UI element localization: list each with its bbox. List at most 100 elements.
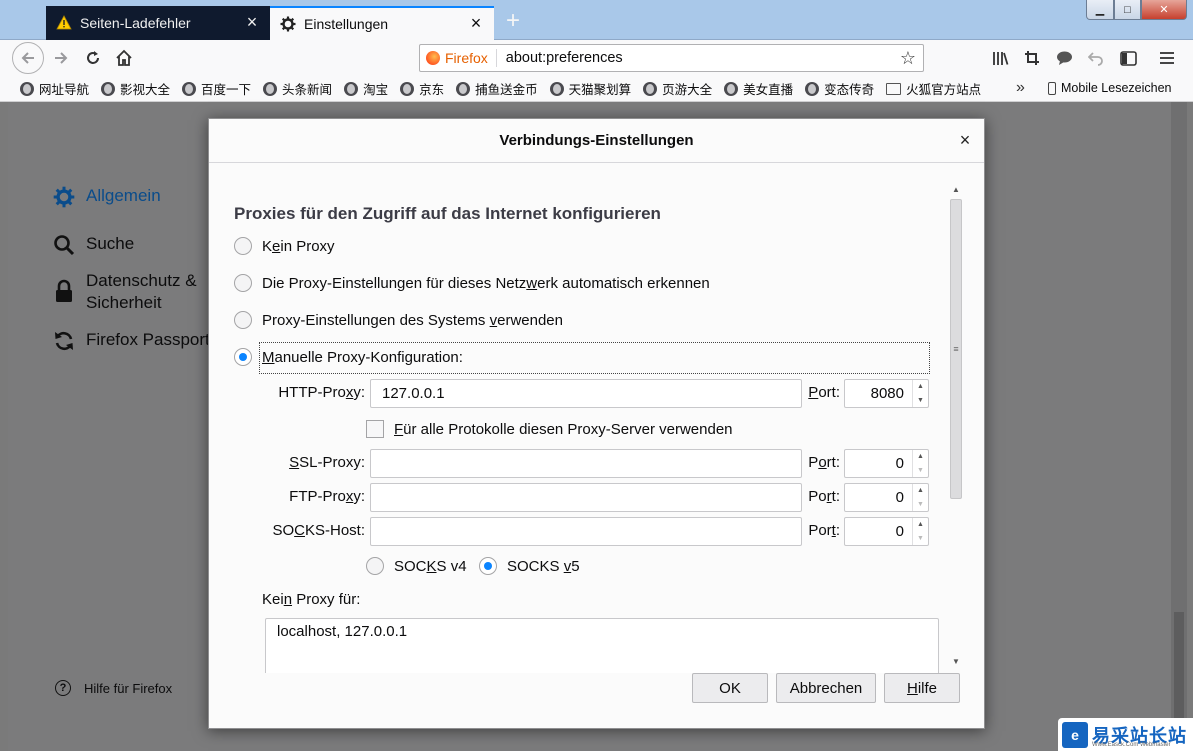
increment-icon[interactable]: ▲: [913, 450, 928, 464]
arrow-left-icon: [21, 52, 34, 64]
help-button[interactable]: Hilfe: [884, 673, 960, 703]
close-tab-icon[interactable]: ×: [244, 13, 260, 31]
bookmark-item[interactable]: 页游大全: [643, 79, 712, 98]
decrement-icon[interactable]: ▼: [913, 532, 928, 546]
ftp-port-stepper[interactable]: 0 ▲ ▼: [844, 483, 929, 512]
identity-label: Firefox: [445, 50, 488, 66]
window-close-button[interactable]: ✕: [1141, 0, 1187, 20]
decrement-icon[interactable]: ▼: [913, 464, 928, 478]
radio-button[interactable]: [366, 557, 384, 575]
url-input[interactable]: [496, 50, 893, 66]
sidebar-item-privacy[interactable]: Datenschutz & Sicherheit: [52, 270, 197, 314]
minimize-button[interactable]: ▁: [1086, 0, 1114, 20]
undo-icon[interactable]: [1084, 46, 1108, 70]
cancel-button[interactable]: Abbrechen: [776, 673, 876, 703]
dialog-scrollbar[interactable]: ▲ ≡ ▼: [948, 181, 964, 670]
use-for-all-checkbox-row[interactable]: Für alle Protokolle diesen Proxy-Server …: [366, 420, 733, 438]
sidebar-item-sync[interactable]: Firefox Passport: [52, 329, 210, 353]
radio-auto-detect[interactable]: Die Proxy-Einstellungen für dieses Netzw…: [234, 274, 710, 292]
bookmark-item[interactable]: 变态传奇: [805, 79, 874, 98]
socks-host-label: SOCKS-Host:: [272, 522, 365, 539]
home-icon: [116, 49, 132, 66]
bookmark-item[interactable]: 头条新闻: [263, 79, 332, 98]
bookmark-item[interactable]: 天猫聚划算: [549, 79, 632, 98]
increment-icon[interactable]: ▲: [913, 484, 928, 498]
bookmark-item[interactable]: 影视大全: [101, 79, 170, 98]
library-icon[interactable]: [988, 46, 1012, 70]
use-for-all-checkbox[interactable]: [366, 420, 384, 438]
dialog-footer: OK Abbrechen Hilfe: [209, 673, 984, 728]
bookmarks-overflow-icon[interactable]: »: [1016, 79, 1025, 97]
bookmark-item[interactable]: 捕鱼送金币: [456, 79, 538, 98]
reload-button[interactable]: [78, 43, 108, 73]
globe-icon: [20, 81, 34, 96]
bookmark-item[interactable]: 百度一下: [182, 79, 251, 98]
sidebar-item-search[interactable]: Suche: [52, 233, 134, 257]
url-bar[interactable]: Firefox ☆: [419, 44, 924, 72]
bookmark-item[interactable]: 京东: [400, 79, 444, 98]
radio-no-proxy[interactable]: Kein Proxy: [234, 237, 335, 255]
maximize-button[interactable]: □: [1114, 0, 1141, 20]
mobile-bookmarks-label: Mobile Lesezeichen: [1061, 81, 1172, 95]
forward-button[interactable]: [46, 43, 76, 73]
radio-button[interactable]: [234, 237, 252, 255]
socks-port-stepper[interactable]: 0 ▲ ▼: [844, 517, 929, 546]
ok-button[interactable]: OK: [692, 673, 768, 703]
port-value: 0: [895, 523, 904, 540]
http-proxy-input[interactable]: [370, 379, 802, 408]
scroll-down-icon[interactable]: ▼: [951, 657, 961, 666]
radio-socks-v5[interactable]: SOCKS v5: [479, 557, 580, 575]
sidebar-item-general[interactable]: Allgemein: [52, 185, 161, 209]
folder-icon: [886, 82, 902, 95]
sidebar-item-label: Suche: [86, 234, 135, 253]
socks-host-input[interactable]: [370, 517, 802, 546]
back-button[interactable]: [12, 42, 44, 74]
globe-icon: [182, 81, 197, 96]
no-proxy-value: localhost, 127.0.0.1: [277, 623, 408, 640]
tab-label: Seiten-Ladefehler: [80, 15, 191, 31]
tab-page-load-error[interactable]: Seiten-Ladefehler ×: [46, 6, 270, 40]
mobile-bookmarks[interactable]: Mobile Lesezeichen: [1048, 81, 1172, 95]
ssl-proxy-input[interactable]: [370, 449, 802, 478]
menu-icon[interactable]: [1155, 46, 1179, 70]
radio-socks-v4[interactable]: SOCKS v4: [366, 557, 467, 575]
bookmark-folder[interactable]: 火狐官方站点: [886, 79, 981, 98]
bookmark-star-icon[interactable]: ☆: [893, 48, 923, 69]
scroll-up-icon[interactable]: ▲: [951, 185, 961, 194]
increment-icon[interactable]: ▲: [913, 380, 928, 394]
close-tab-icon[interactable]: ×: [468, 14, 484, 32]
radio-button[interactable]: [234, 311, 252, 329]
radio-button[interactable]: [234, 274, 252, 292]
http-port-stepper[interactable]: 8080 ▲ ▼: [844, 379, 929, 408]
page-scrollbar[interactable]: [1171, 102, 1187, 751]
warning-icon: [56, 15, 72, 31]
ftp-proxy-input[interactable]: [370, 483, 802, 512]
identity-box[interactable]: Firefox: [420, 49, 497, 67]
bookmark-label: 天猫聚划算: [568, 83, 632, 97]
sidebar-toggle-icon[interactable]: [1116, 46, 1140, 70]
radio-system-proxy[interactable]: Proxy-Einstellungen des Systems verwende…: [234, 311, 563, 329]
dialog-close-icon[interactable]: ×: [956, 131, 974, 149]
screenshot-icon[interactable]: [1020, 46, 1044, 70]
bookmark-label: 变态传奇: [824, 83, 875, 97]
increment-icon[interactable]: ▲: [913, 518, 928, 532]
bookmark-item[interactable]: 网址导航: [20, 79, 89, 98]
ssl-port-stepper[interactable]: 0 ▲ ▼: [844, 449, 929, 478]
no-proxy-for-textarea[interactable]: localhost, 127.0.0.1: [265, 618, 939, 673]
new-tab-button[interactable]: +: [500, 8, 526, 36]
radio-button[interactable]: [234, 348, 252, 366]
home-button[interactable]: [109, 43, 139, 73]
radio-button[interactable]: [479, 557, 497, 575]
decrement-icon[interactable]: ▼: [913, 498, 928, 512]
bookmark-item[interactable]: 美女直播: [724, 79, 793, 98]
dialog-scrollbar-thumb[interactable]: ≡: [950, 199, 962, 499]
bookmark-item[interactable]: 淘宝: [344, 79, 388, 98]
decrement-icon[interactable]: ▼: [913, 394, 928, 408]
help-link[interactable]: ? Hilfe für Firefox: [55, 680, 172, 696]
bookmark-label: 美女直播: [743, 83, 794, 97]
dialog-header: Verbindungs-Einstellungen: [209, 119, 984, 163]
radio-manual-proxy[interactable]: Manuelle Proxy-Konfiguration:: [234, 348, 463, 366]
chat-icon[interactable]: [1052, 46, 1076, 70]
tab-settings[interactable]: Einstellungen ×: [270, 6, 494, 40]
globe-icon: [643, 81, 658, 96]
